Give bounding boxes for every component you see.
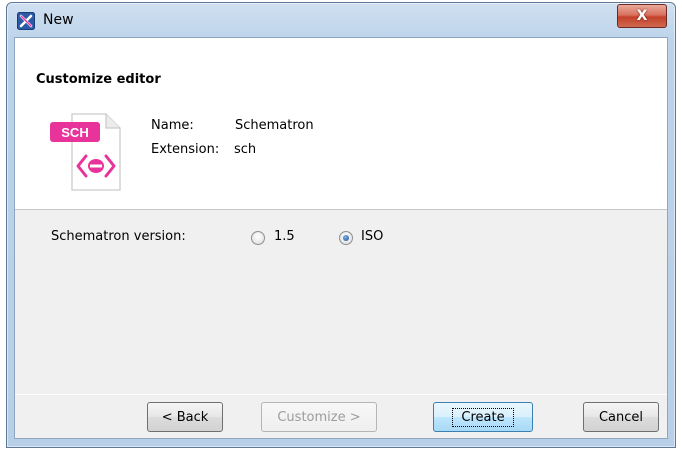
button-bar-separator (15, 394, 667, 395)
extension-value: sch (234, 142, 257, 157)
radio-version-iso[interactable] (339, 231, 353, 245)
close-icon: X (636, 8, 648, 24)
header-title: Customize editor (36, 72, 161, 87)
dialog-body: Customize editor SCH Name: Schematron Ex… (14, 37, 668, 439)
dialog-window: New X Customize editor SCH Name: Schemat… (6, 2, 676, 448)
title-bar[interactable]: New X (7, 3, 675, 39)
header-panel: Customize editor SCH Name: Schematron Ex… (15, 38, 667, 210)
name-value: Schematron (235, 118, 314, 133)
file-badge-text: SCH (61, 125, 88, 140)
customize-button[interactable]: Customize > (261, 402, 377, 432)
window-title: New (43, 12, 74, 28)
create-button-label: Create (452, 407, 514, 427)
radio-version-1-5[interactable] (251, 231, 265, 245)
cancel-button-label: Cancel (598, 409, 644, 425)
customize-button-label: Customize > (277, 409, 361, 425)
cancel-button[interactable]: Cancel (583, 402, 659, 432)
back-button-label: < Back (161, 409, 209, 425)
extension-label: Extension: (151, 142, 220, 157)
close-button[interactable]: X (617, 4, 667, 28)
radio-label-1-5[interactable]: 1.5 (274, 229, 295, 244)
app-x-icon (17, 12, 35, 30)
name-label: Name: (151, 118, 194, 133)
schematron-file-icon: SCH (50, 113, 121, 191)
create-button[interactable]: Create (433, 402, 533, 432)
schematron-version-label: Schematron version: (51, 229, 186, 244)
back-button[interactable]: < Back (147, 402, 223, 432)
radio-label-iso[interactable]: ISO (361, 229, 383, 244)
